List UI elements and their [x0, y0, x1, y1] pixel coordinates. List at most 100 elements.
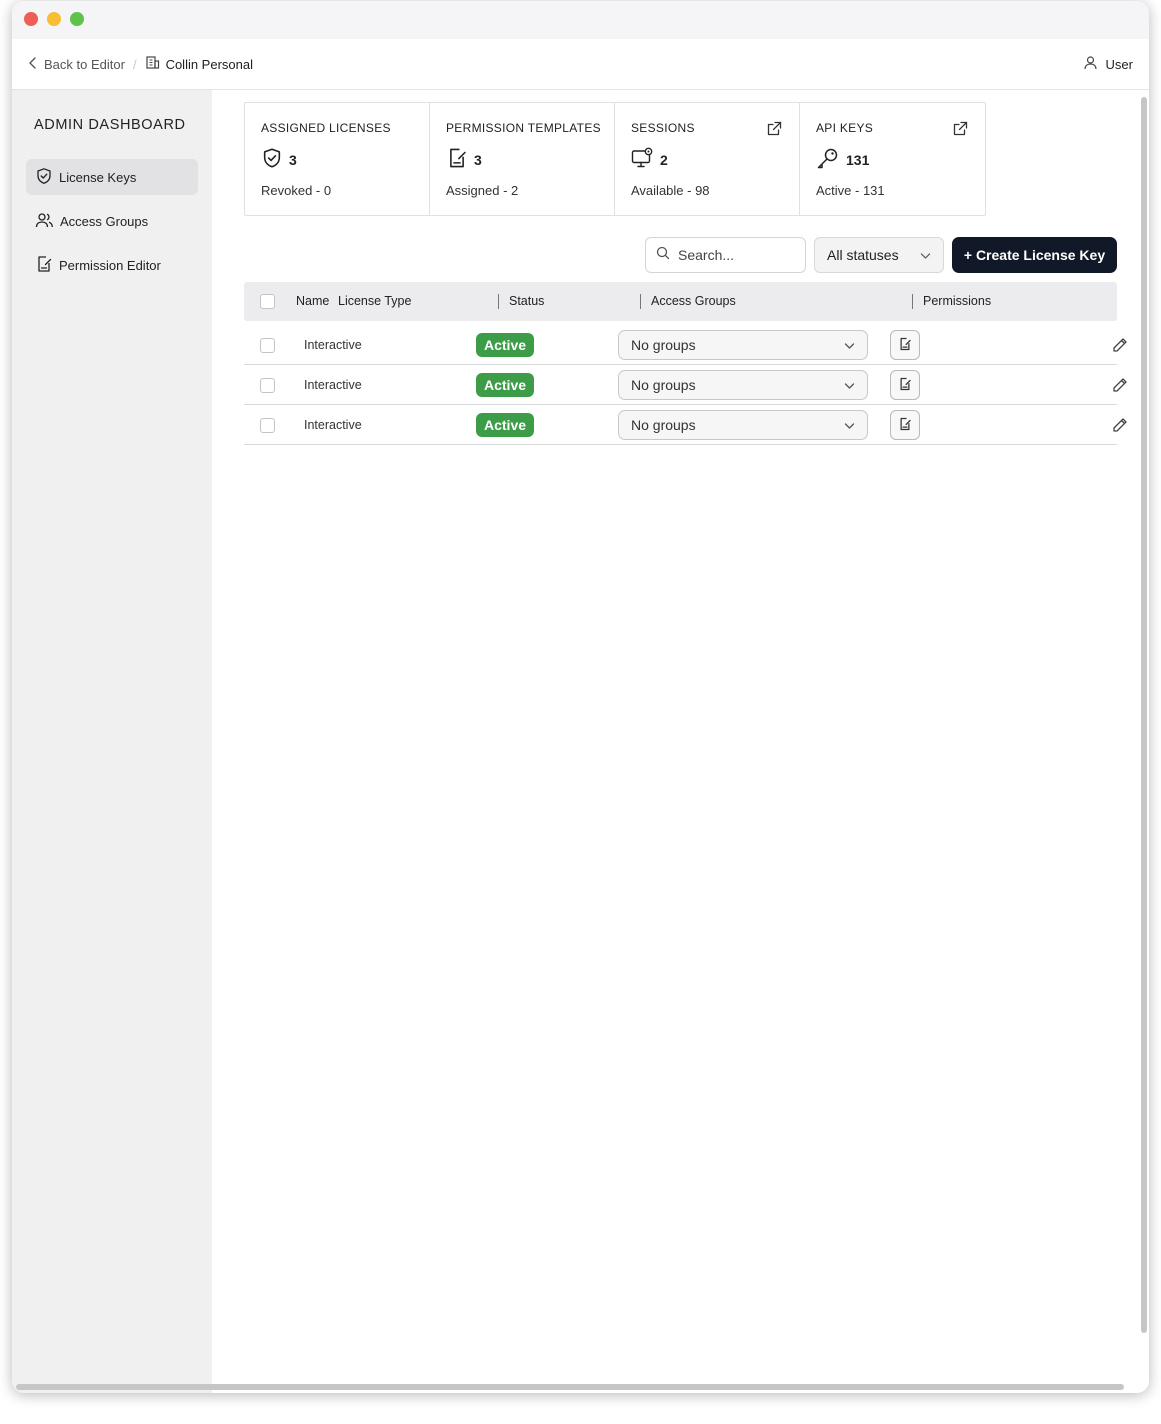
- shield-check-icon: [261, 147, 283, 172]
- chevron-down-icon: [920, 247, 931, 263]
- table-row: Interactive Active No groups: [244, 325, 1127, 365]
- sidebar-item-access-groups[interactable]: Access Groups: [26, 203, 198, 239]
- permissions-button[interactable]: [890, 330, 920, 360]
- back-to-editor-label: Back to Editor: [44, 56, 125, 72]
- top-bar: Back to Editor / Collin Personal User: [12, 39, 1149, 90]
- search-box[interactable]: [645, 237, 806, 273]
- back-to-editor-link[interactable]: Back to Editor: [28, 57, 125, 72]
- permissions-button[interactable]: [890, 370, 920, 400]
- card-subtext: Available - 98: [631, 183, 710, 198]
- card-subtext: Assigned - 2: [446, 183, 519, 198]
- zoom-window-button[interactable]: [70, 12, 84, 26]
- permissions-button[interactable]: [890, 410, 920, 440]
- minimize-window-button[interactable]: [47, 12, 61, 26]
- pencil-icon[interactable]: [1112, 377, 1128, 396]
- row-checkbox[interactable]: [260, 418, 275, 433]
- table-row: Interactive Active No groups: [244, 365, 1127, 405]
- card-value: 131: [846, 152, 870, 168]
- card-value-row: 3: [261, 147, 297, 172]
- column-divider: [640, 294, 641, 309]
- row-license-type: Interactive: [304, 418, 362, 432]
- document-edit-icon: [898, 417, 912, 434]
- row-checkbox[interactable]: [260, 378, 275, 393]
- document-edit-icon: [35, 255, 53, 276]
- access-groups-select[interactable]: No groups: [618, 410, 868, 440]
- shield-check-icon: [35, 167, 53, 188]
- document-edit-icon: [446, 147, 468, 172]
- search-input[interactable]: [678, 247, 788, 263]
- chevron-down-icon: [844, 337, 855, 353]
- sidebar-item-label: Access Groups: [60, 213, 149, 229]
- status-filter-select[interactable]: All statuses: [814, 237, 944, 273]
- card-subtext: Active - 131: [816, 183, 885, 198]
- card-assigned-licenses: ASSIGNED LICENSES 3 Revoked - 0: [245, 103, 430, 215]
- card-subtext: Revoked - 0: [261, 183, 332, 198]
- pencil-icon[interactable]: [1112, 337, 1128, 356]
- stats-cards: ASSIGNED LICENSES 3 Revoked - 0 PERMISSI…: [244, 102, 986, 216]
- monitor-gear-icon: [631, 147, 654, 172]
- card-permission-templates: PERMISSION TEMPLATES 3 Assigned - 2: [430, 103, 615, 215]
- access-groups-select[interactable]: No groups: [618, 370, 868, 400]
- status-badge: Active: [476, 413, 535, 437]
- card-value-row: 3: [446, 147, 482, 172]
- card-title: API KEYS: [816, 121, 874, 135]
- close-window-button[interactable]: [24, 12, 38, 26]
- building-icon: [145, 55, 160, 73]
- window-titlebar: [12, 1, 1149, 39]
- chevron-left-icon: [28, 56, 38, 72]
- sidebar-item-permission-editor[interactable]: Permission Editor: [26, 247, 198, 283]
- status-filter-value: All statuses: [827, 247, 899, 263]
- access-groups-value: No groups: [631, 337, 696, 353]
- table-header: Name License Type Status Access Groups P…: [244, 282, 1117, 321]
- status-badge: Active: [476, 373, 535, 397]
- external-link-icon[interactable]: [952, 120, 969, 142]
- card-title: PERMISSION TEMPLATES: [446, 121, 601, 135]
- org-name: Collin Personal: [165, 56, 253, 72]
- select-all-checkbox[interactable]: [260, 294, 275, 309]
- create-license-key-button[interactable]: + Create License Key: [952, 237, 1117, 273]
- column-divider: [498, 294, 499, 309]
- sidebar-item-label: License Keys: [59, 169, 137, 185]
- user-icon: [1083, 55, 1098, 73]
- sidebar-item-label: Permission Editor: [59, 257, 161, 273]
- main-content: ASSIGNED LICENSES 3 Revoked - 0 PERMISSI…: [212, 90, 1137, 1393]
- column-divider: [912, 294, 913, 309]
- chevron-down-icon: [844, 417, 855, 433]
- header-name[interactable]: Name: [296, 294, 329, 308]
- card-api-keys: API KEYS 131 Active - 131: [800, 103, 985, 215]
- chevron-down-icon: [844, 377, 855, 393]
- user-menu[interactable]: User: [1083, 55, 1133, 73]
- sidebar: ADMIN DASHBOARD License Keys Access Grou…: [12, 90, 212, 1393]
- breadcrumb: Back to Editor / Collin Personal: [28, 55, 253, 73]
- table-row: Interactive Active No groups: [244, 405, 1127, 445]
- row-license-type: Interactive: [304, 378, 362, 392]
- access-groups-value: No groups: [631, 377, 696, 393]
- row-license-type: Interactive: [304, 338, 362, 352]
- header-permissions[interactable]: Permissions: [923, 294, 991, 308]
- card-value: 2: [660, 151, 668, 168]
- document-edit-icon: [898, 377, 912, 394]
- external-link-icon[interactable]: [766, 120, 783, 142]
- card-value-row: 2: [631, 147, 668, 172]
- card-value: 3: [289, 151, 297, 168]
- card-value: 3: [474, 151, 482, 168]
- card-title: SESSIONS: [631, 121, 695, 135]
- vertical-scrollbar[interactable]: [1141, 97, 1147, 1333]
- card-title: ASSIGNED LICENSES: [261, 121, 391, 135]
- pencil-icon[interactable]: [1112, 417, 1128, 436]
- app-window: Back to Editor / Collin Personal User AD…: [12, 1, 1149, 1393]
- header-status[interactable]: Status: [509, 294, 544, 308]
- key-icon: [816, 147, 840, 173]
- user-label: User: [1105, 56, 1133, 72]
- status-badge: Active: [476, 333, 535, 357]
- horizontal-scrollbar[interactable]: [16, 1384, 1124, 1390]
- access-groups-select[interactable]: No groups: [618, 330, 868, 360]
- sidebar-item-license-keys[interactable]: License Keys: [26, 159, 198, 195]
- breadcrumb-separator: /: [132, 56, 137, 72]
- row-checkbox[interactable]: [260, 338, 275, 353]
- header-license-type[interactable]: License Type: [338, 294, 411, 308]
- header-access-groups[interactable]: Access Groups: [651, 294, 736, 308]
- breadcrumb-org[interactable]: Collin Personal: [145, 55, 253, 73]
- search-icon: [656, 246, 670, 265]
- sidebar-title: ADMIN DASHBOARD: [34, 117, 186, 133]
